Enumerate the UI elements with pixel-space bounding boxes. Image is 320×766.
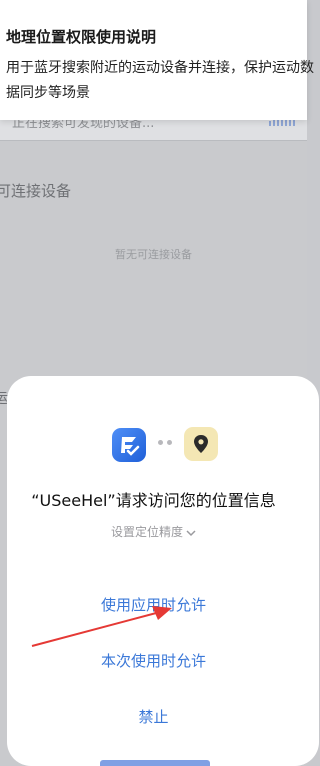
- precision-label: 设置定位精度: [110, 525, 183, 539]
- allow-once-button[interactable]: 本次使用时允许: [0, 650, 307, 671]
- dialog-title: “USeeHel”请求访问您的位置信息: [31, 491, 276, 510]
- set-precision-link[interactable]: 设置定位精度: [0, 523, 307, 540]
- bottom-edge-bar: [100, 760, 210, 766]
- allow-while-using-button[interactable]: 使用应用时允许: [0, 594, 307, 615]
- section-label-connectable: 可连接设备: [0, 182, 72, 200]
- connector-dots-icon: [158, 440, 174, 446]
- usee-app-icon: [112, 428, 146, 462]
- chevron-down-icon: [186, 526, 196, 540]
- empty-state-text: 暂无可连接设备: [115, 248, 192, 261]
- banner-description: 用于蓝牙搜索附近的运动设备并连接，保护运动数据同步等场景: [6, 60, 314, 101]
- permission-explanation-banner: 地理位置权限使用说明 用于蓝牙搜索附近的运动设备并连接，保护运动数据同步等场景: [0, 0, 314, 120]
- deny-button[interactable]: 禁止: [0, 706, 307, 727]
- banner-title: 地理位置权限使用说明: [6, 28, 157, 46]
- location-pin-icon: [184, 427, 218, 461]
